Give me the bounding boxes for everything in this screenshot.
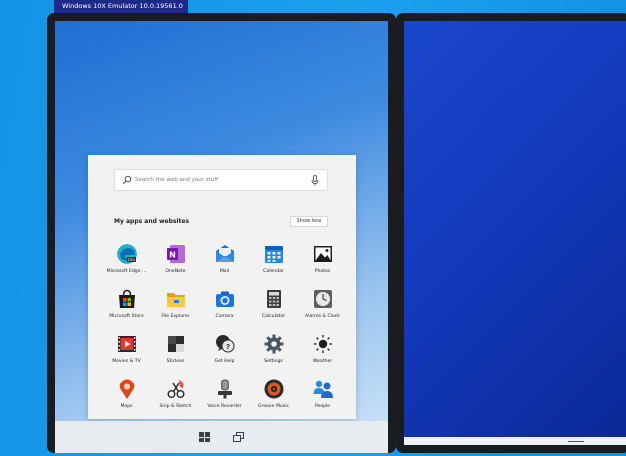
edge-dev-icon: DEV: [116, 244, 137, 264]
photos-icon: [313, 246, 332, 262]
app-tile-file-explorer[interactable]: File Explorer: [151, 288, 200, 333]
app-label: Alarms & Clock: [305, 314, 340, 319]
emulator-title: Windows 10X Emulator 10.0.19561.0: [62, 2, 183, 10]
app-grid: DEV Microsoft Edge ... N OneNote Mail Ca…: [102, 243, 347, 423]
voice-recorder-icon: [217, 379, 232, 399]
groove-music-icon: [264, 379, 283, 399]
onenote-icon: N: [166, 245, 185, 263]
app-label: Mail: [219, 269, 230, 274]
app-tile-stickies[interactable]: Stickies: [151, 333, 200, 378]
taskbar: [55, 421, 388, 453]
app-label: Movies & TV: [112, 359, 141, 364]
app-tile-groove-music[interactable]: Groove Music: [249, 378, 298, 423]
app-label: Microsoft Store: [109, 314, 144, 319]
app-tile-calendar[interactable]: Calendar: [249, 243, 298, 288]
search-input[interactable]: Search the web and your stuff: [114, 169, 328, 191]
app-tile-alarms-clock[interactable]: Alarms & Clock: [298, 288, 347, 333]
app-tile-snip-sketch[interactable]: Snip & Sketch: [151, 378, 200, 423]
app-tile-weather[interactable]: Weather: [298, 333, 347, 378]
app-label: Groove Music: [257, 404, 290, 409]
emulator-title-bar[interactable]: Windows 10X Emulator 10.0.19561.0: [54, 0, 188, 13]
app-label: Get Help: [214, 359, 235, 364]
search-icon: [122, 175, 132, 185]
svg-text:N: N: [169, 250, 176, 259]
app-tile-photos[interactable]: Photos: [298, 243, 347, 288]
app-label: Calendar: [263, 269, 284, 274]
app-label: Microsoft Edge ...: [106, 269, 147, 274]
app-label: Weather: [312, 359, 333, 364]
right-screen-bottom-bar: [404, 437, 626, 445]
app-label: File Explorer: [161, 314, 190, 319]
app-tile-get-help[interactable]: ? Get Help: [200, 333, 249, 378]
app-label: Voice Recorder: [207, 404, 242, 409]
app-tile-voice-recorder[interactable]: Voice Recorder: [200, 378, 249, 423]
calculator-icon: [266, 290, 281, 308]
app-tile-movies-tv[interactable]: Movies & TV: [102, 333, 151, 378]
camera-icon: [215, 291, 234, 307]
svg-text:?: ?: [225, 343, 229, 351]
store-icon: [118, 289, 135, 308]
people-icon: [313, 380, 333, 398]
app-tile-settings[interactable]: Settings: [249, 333, 298, 378]
show-less-button[interactable]: Show less: [290, 216, 328, 227]
app-tile-calculator[interactable]: Calculator: [249, 288, 298, 333]
file-explorer-icon: [166, 293, 185, 307]
app-tile-edge[interactable]: DEV Microsoft Edge ...: [102, 243, 151, 288]
app-tile-camera[interactable]: Camera: [200, 288, 249, 333]
windows-start-icon[interactable]: [199, 432, 210, 442]
movies-tv-icon: [117, 336, 136, 352]
alarms-clock-icon: [313, 290, 332, 308]
calendar-icon: [264, 246, 283, 263]
app-tile-onenote[interactable]: N OneNote: [151, 243, 200, 288]
search-placeholder: Search the web and your stuff: [135, 177, 219, 183]
right-screen-desktop: [404, 21, 626, 445]
svg-text:DEV: DEV: [127, 258, 135, 262]
app-label: Calculator: [261, 314, 286, 319]
app-label: Camera: [215, 314, 234, 319]
right-screen-frame: [396, 13, 626, 453]
snip-sketch-icon: [167, 380, 184, 398]
maps-icon: [119, 379, 134, 399]
app-label: Photos: [314, 269, 331, 274]
left-screen-frame: Search the web and your stuff My apps an…: [47, 13, 396, 453]
app-tile-mail[interactable]: Mail: [200, 243, 249, 288]
app-label: Maps: [120, 404, 133, 409]
task-view-icon[interactable]: [233, 432, 244, 442]
app-label: People: [314, 404, 331, 409]
left-screen-desktop: Search the web and your stuff My apps an…: [55, 21, 388, 453]
app-label: Settings: [264, 359, 283, 364]
app-tile-store[interactable]: Microsoft Store: [102, 288, 151, 333]
weather-icon: [313, 335, 332, 353]
app-label: OneNote: [165, 269, 186, 274]
apps-section-title: My apps and websites: [114, 218, 190, 225]
app-tile-people[interactable]: People: [298, 378, 347, 423]
app-tile-maps[interactable]: Maps: [102, 378, 151, 423]
app-label: Snip & Sketch: [159, 404, 192, 409]
gesture-bar[interactable]: [568, 440, 584, 442]
start-menu: Search the web and your stuff My apps an…: [88, 155, 356, 419]
get-help-icon: ?: [215, 335, 234, 353]
settings-icon: [264, 334, 283, 354]
microphone-icon[interactable]: [311, 175, 319, 186]
stickies-icon: [167, 336, 184, 352]
app-label: Stickies: [166, 359, 185, 364]
mail-icon: [215, 245, 234, 262]
